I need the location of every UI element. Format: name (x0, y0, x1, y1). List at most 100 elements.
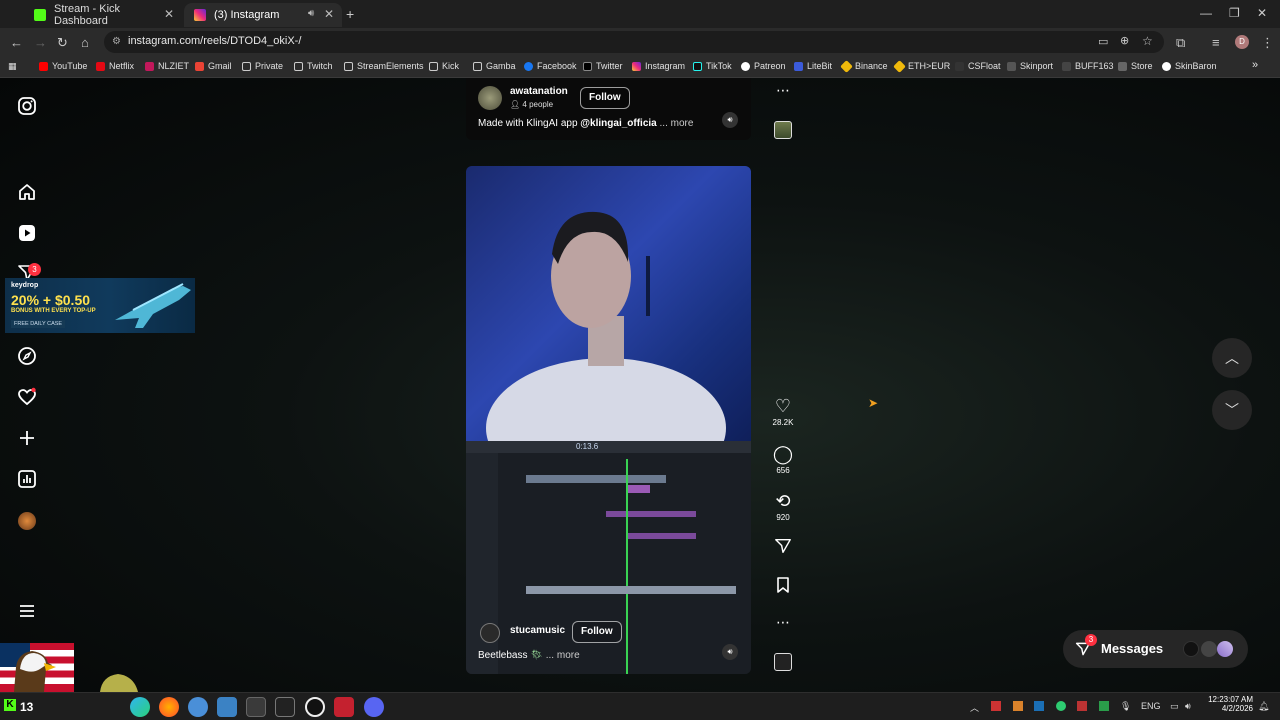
security-icon[interactable] (1099, 701, 1109, 711)
tray-overflow-icon[interactable]: ︿ (970, 701, 979, 714)
notepad-icon[interactable] (217, 697, 237, 717)
explore-icon[interactable] (17, 346, 37, 366)
bookmark-private[interactable]: Private (242, 61, 283, 71)
bookmark-skinport[interactable]: Skinport (1007, 61, 1053, 71)
site-info-icon[interactable]: ⚙ (112, 36, 121, 47)
notifications-icon[interactable]: 🔔︎ (1258, 701, 1269, 712)
tab-instagram[interactable]: (3) Instagram 🔊︎ ✕ (184, 3, 342, 27)
bookmark-tiktok[interactable]: TikTok (693, 61, 732, 71)
volume-icon[interactable]: 🔊︎ (1185, 701, 1191, 712)
instagram-logo-icon[interactable] (17, 96, 37, 116)
more-bookmarks-icon[interactable]: » (1252, 59, 1258, 71)
bookmark-star-icon[interactable]: ☆ (1142, 34, 1153, 48)
window-close-icon[interactable]: ✕ (1257, 6, 1267, 20)
apps-icon[interactable]: ▦ (8, 61, 17, 72)
comment-button[interactable]: ◯ 656 (772, 444, 794, 475)
calculator-icon[interactable] (246, 697, 266, 717)
notifications-heart-icon[interactable] (17, 387, 37, 407)
new-tab-button[interactable]: + (346, 6, 354, 22)
more-options-icon[interactable]: ⋯ (772, 82, 794, 99)
repost-button[interactable]: ⟲ 920 (772, 491, 794, 522)
github-desktop-icon[interactable] (305, 697, 325, 717)
keydrop-ad[interactable]: keydrop 20% + $0.50 BONUS WITH EVERY TOP… (5, 278, 195, 333)
microphone-icon[interactable]: 🎙︎ (1120, 701, 1131, 712)
tray-app-icon[interactable] (1013, 701, 1023, 711)
back-icon[interactable]: ← (10, 35, 23, 50)
bookmark-skinbaron[interactable]: SkinBaron (1162, 61, 1217, 71)
follow-button[interactable]: Follow (572, 621, 622, 643)
close-icon[interactable]: ✕ (164, 7, 174, 21)
bookmark-netflix[interactable]: Netflix (96, 61, 134, 71)
bookmark-binance[interactable]: Binance (840, 59, 888, 73)
bookmark-youtube[interactable]: YouTube (39, 61, 87, 71)
mute-icon[interactable]: 🔊︎ (722, 112, 738, 128)
create-plus-icon[interactable] (17, 428, 37, 448)
bookmark-gmail[interactable]: Gmail (195, 61, 232, 71)
bookmark-facebook[interactable]: Facebook (524, 61, 577, 71)
save-button[interactable] (772, 576, 794, 599)
chromium-icon[interactable] (188, 697, 208, 717)
next-reel-button[interactable]: ﹀ (1212, 390, 1252, 430)
like-button[interactable]: ♡ 28.2K (772, 396, 794, 427)
more-menu-icon[interactable] (17, 601, 37, 621)
clock[interactable]: 12:23:07 AM 4/2/2026 (1205, 695, 1253, 713)
bookmark-csfloat[interactable]: CSFloat (955, 61, 1001, 71)
bookmark-gamba[interactable]: Gamba (473, 61, 516, 71)
steam-icon[interactable] (1034, 701, 1044, 711)
more-link[interactable]: ... more (660, 118, 694, 129)
mute-icon[interactable]: 🔊︎ (722, 644, 738, 660)
bookmark-store[interactable]: Store (1118, 61, 1153, 71)
zoom-icon[interactable]: ⊕ (1120, 34, 1129, 47)
previous-reel-button[interactable]: ︿ (1212, 338, 1252, 378)
cast-icon[interactable]: ▭ (1098, 35, 1108, 48)
audio-thumbnail[interactable] (774, 653, 792, 671)
media-icon[interactable]: ≡ (1212, 35, 1220, 50)
network-icon[interactable]: ▭ (1170, 701, 1179, 712)
discord-icon[interactable] (364, 697, 384, 717)
tab-kick-dashboard[interactable]: Stream - Kick Dashboard ✕ (24, 3, 182, 27)
forward-icon[interactable]: → (34, 35, 47, 50)
follow-button[interactable]: Follow (580, 87, 630, 109)
bookmark-streamelements[interactable]: StreamElements (344, 61, 424, 71)
close-icon[interactable]: ✕ (324, 7, 334, 21)
restore-icon[interactable]: ❐ (1229, 6, 1240, 20)
home-icon[interactable] (17, 182, 37, 202)
snipping-tool-icon[interactable] (275, 697, 295, 717)
address-bar[interactable]: ⚙ instagram.com/reels/DTOD4_okiX-/ ▭ ⊕ ☆ (104, 31, 1164, 53)
more-link[interactable]: ... more (546, 650, 580, 661)
audio-thumbnail[interactable] (774, 121, 792, 139)
bookmark-nlziet[interactable]: NLZIET (145, 61, 189, 71)
microphone-muted-icon[interactable] (1077, 701, 1087, 711)
author-avatar[interactable] (478, 86, 502, 110)
extensions-icon[interactable]: ⧉ (1176, 35, 1185, 51)
bookmark-buff163[interactable]: BUFF163 (1062, 61, 1114, 71)
messages-button[interactable]: 3 Messages (1063, 630, 1248, 668)
previous-reel[interactable]: awatanation 👤︎ 4 people Follow Made with… (466, 78, 751, 140)
bookmark-twitter[interactable]: Twitter (583, 61, 623, 71)
firefox-icon[interactable] (159, 697, 179, 717)
caption-mention[interactable]: @klingai_officia (580, 118, 656, 129)
edge-icon[interactable] (130, 697, 150, 717)
menu-icon[interactable]: ⋮ (1261, 35, 1274, 51)
bookmark-eth-eur[interactable]: ETH>EUR (893, 59, 950, 73)
profile-avatar[interactable]: D (1235, 35, 1249, 49)
reels-icon[interactable] (17, 223, 37, 243)
language-indicator[interactable]: ENG (1141, 701, 1161, 711)
home-icon[interactable]: ⌂ (81, 35, 89, 50)
tray-app-icon[interactable] (991, 701, 1001, 711)
profile-avatar[interactable] (18, 512, 36, 530)
more-options-icon[interactable]: ⋯ (772, 614, 794, 631)
tray-app-icon[interactable] (1056, 701, 1066, 711)
reload-icon[interactable]: ↻ (57, 35, 68, 51)
bookmark-patreon[interactable]: Patreon (741, 61, 786, 71)
current-reel-video[interactable]: 0:13.6 stucamusic Follow Beetlebass 🪲︎ .… (466, 166, 751, 674)
bookmark-twitch[interactable]: Twitch (294, 61, 333, 71)
speaker-icon[interactable]: 🔊︎ (308, 8, 314, 19)
bookmark-instagram[interactable]: Instagram (632, 61, 685, 71)
minimize-icon[interactable]: — (1200, 6, 1212, 20)
author-username[interactable]: stucamusic (510, 625, 565, 636)
voicemod-icon[interactable] (334, 697, 354, 717)
dashboard-icon[interactable] (17, 469, 37, 489)
bookmark-litebit[interactable]: LiteBit (794, 61, 832, 71)
author-username[interactable]: awatanation (510, 86, 568, 97)
